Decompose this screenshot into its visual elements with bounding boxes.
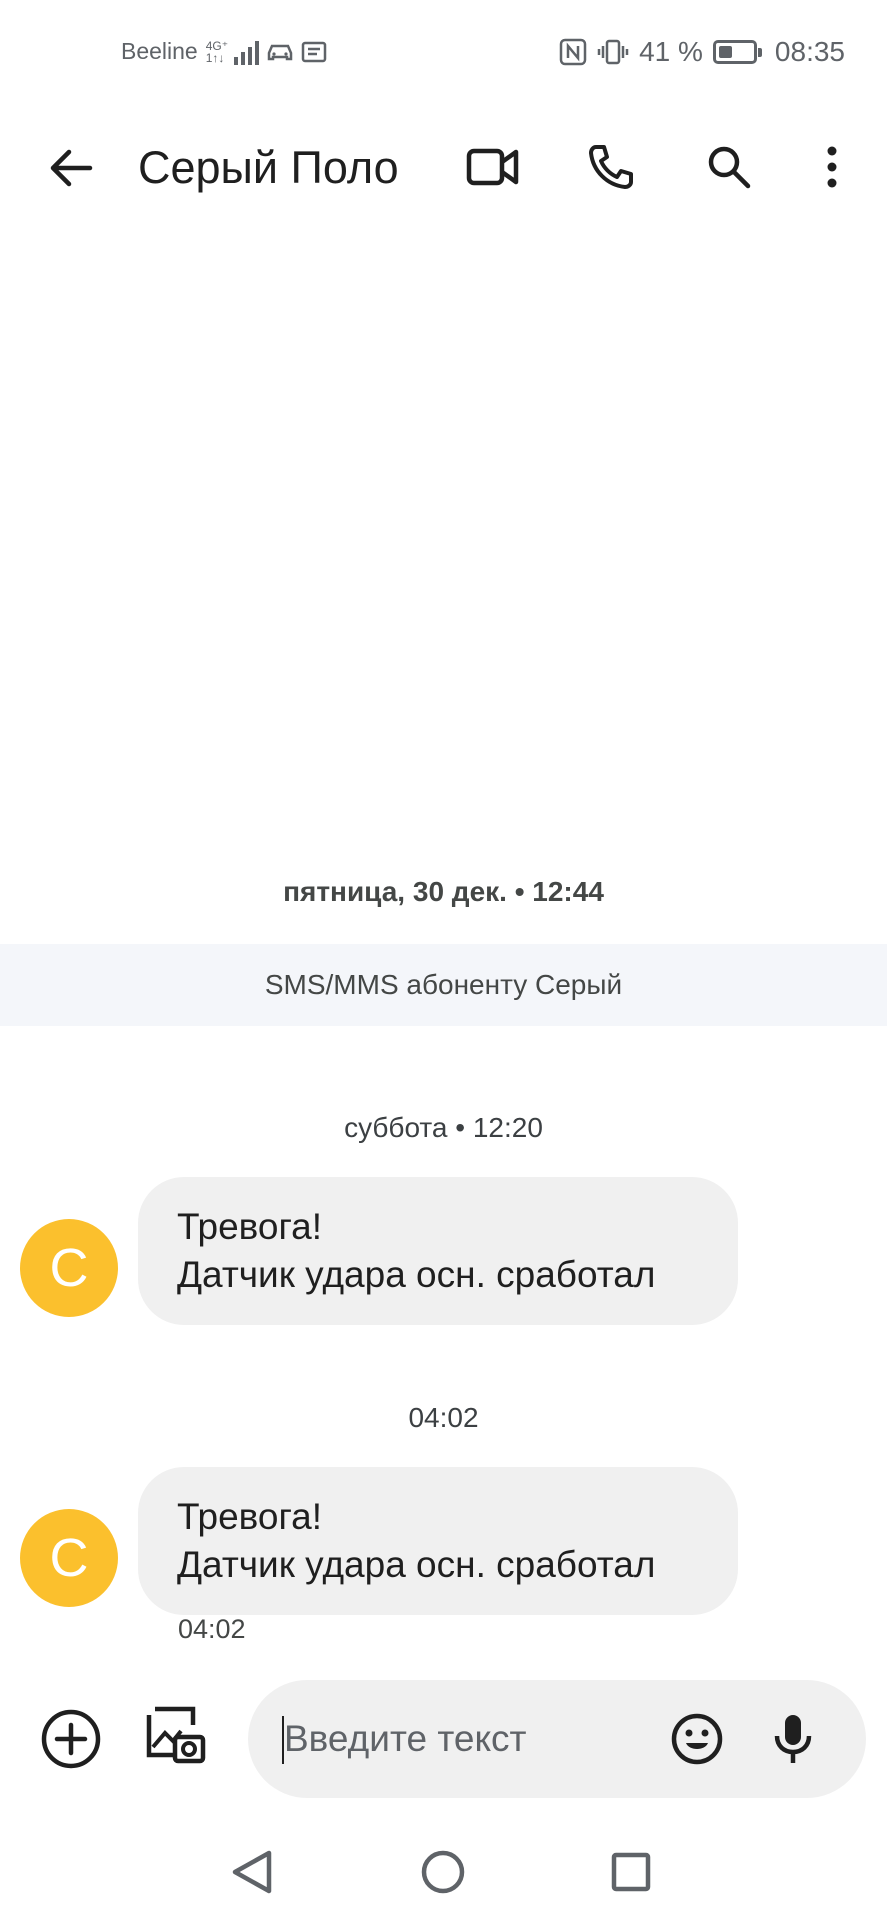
message-bubble[interactable]: Тревога! Датчик удара осн. сработал [138,1177,738,1325]
voice-input-button[interactable] [758,1704,828,1774]
nav-back-button[interactable] [222,1842,282,1902]
notification-icon [301,41,327,62]
status-left: Beeline 4G⁺ 1↑↓ [121,38,327,65]
message-bubble[interactable]: Тревога! Датчик удара осн. сработал [138,1467,738,1615]
vibrate-icon [597,39,629,65]
gallery-camera-icon [146,1706,206,1764]
emoji-icon [671,1713,723,1765]
compose-bar: Введите текст [0,1670,887,1820]
battery-fill [718,46,732,58]
nav-recents-button[interactable] [601,1842,661,1902]
message-line: Тревога! [177,1496,323,1537]
back-triangle-icon [232,1850,272,1894]
conversation-title[interactable]: Серый Поло [138,140,399,196]
clock: 08:35 [774,36,845,67]
more-options-button[interactable] [808,136,856,198]
banner-text: SMS/MMS абоненту Серый [264,969,623,1000]
add-circle-icon [41,1709,101,1769]
message-input-placeholder: Введите текст [284,1718,527,1759]
nav-home-button[interactable] [413,1842,473,1902]
message-line: Датчик удара осн. сработал [177,1544,656,1585]
avatar-letter: С [49,1238,89,1298]
time-separator: 04:02 [408,1402,479,1433]
video-call-button[interactable] [462,136,524,198]
status-bar: Beeline 4G⁺ 1↑↓ 41 % 08:35 [0,0,887,110]
network-type: 4G⁺ 1↑↓ [206,40,228,64]
attach-button[interactable] [36,1704,106,1774]
message-line: Тревога! [177,1206,323,1247]
carrier-name: Beeline [121,38,198,64]
phone-call-button[interactable] [580,136,642,198]
date-separator: пятница, 30 дек. • 12:44 [283,876,604,907]
avatar-letter: С [49,1528,89,1588]
network-sub-label: 1↑↓ [205,50,225,65]
battery-percent: 41 % [639,36,703,67]
home-circle-icon [421,1850,465,1894]
avatar[interactable]: С [20,1509,118,1607]
signal-icon [234,39,260,65]
nfc-icon [559,38,587,66]
phone-icon [589,145,633,189]
back-button[interactable] [40,138,100,198]
system-nav-bar [0,1820,887,1920]
car-icon [267,44,293,60]
status-right: 41 % 08:35 [559,36,845,68]
search-button[interactable] [698,136,760,198]
sms-mms-banner: SMS/MMS абоненту Серый [0,944,887,1026]
date-separator: суббота • 12:20 [344,1112,543,1143]
more-vert-icon [827,146,837,188]
emoji-button[interactable] [662,1704,732,1774]
message-input[interactable]: Введите текст [248,1680,866,1798]
recents-square-icon [611,1852,651,1892]
network-type-label: 4G⁺ [205,38,229,53]
battery-icon [712,40,762,64]
avatar[interactable]: С [20,1219,118,1317]
video-call-icon [466,148,519,186]
message-timestamp: 04:02 [178,1614,246,1644]
search-icon [708,146,751,189]
message-line: Датчик удара осн. сработал [177,1254,656,1295]
microphone-icon [774,1715,812,1763]
gallery-button[interactable] [140,1700,210,1770]
arrow-left-icon [50,149,93,187]
